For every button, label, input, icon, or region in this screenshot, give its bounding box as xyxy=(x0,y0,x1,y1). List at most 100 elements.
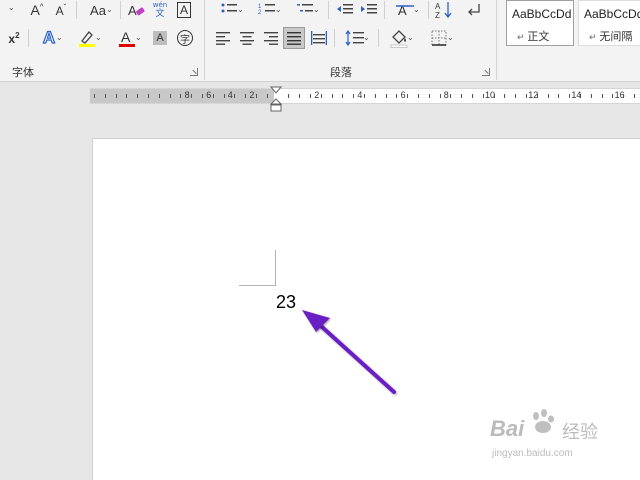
font-dialog-launcher-icon[interactable] xyxy=(190,68,198,76)
increase-indent-icon xyxy=(361,4,377,14)
divider xyxy=(120,1,121,19)
divider xyxy=(28,29,29,47)
multilevel-list-button[interactable]: ⌄ xyxy=(288,0,322,20)
ruler-tick xyxy=(407,94,409,98)
borders-button[interactable]: ⌄ xyxy=(422,28,456,48)
shrink-font-button[interactable]: Aˇ xyxy=(50,0,72,20)
ruler-tick xyxy=(137,94,139,98)
character-shading-icon: A xyxy=(153,31,167,45)
paragraph-dialog-launcher-icon[interactable] xyxy=(482,68,490,76)
decrease-indent-button[interactable] xyxy=(334,0,356,20)
ruler-tick xyxy=(504,94,506,98)
chinese-layout-icon: A xyxy=(396,3,414,18)
align-right-button[interactable] xyxy=(260,28,282,48)
character-shading-button[interactable]: A xyxy=(150,28,170,48)
chevron-down-icon: ⌄ xyxy=(237,5,244,14)
align-right-icon xyxy=(264,32,278,45)
divider xyxy=(378,29,379,47)
ruler-tick xyxy=(493,94,495,98)
ruler-tick xyxy=(180,94,182,98)
shading-button[interactable]: ⌄ xyxy=(382,28,416,48)
increase-indent-button[interactable] xyxy=(358,0,380,20)
ruler-tick xyxy=(482,94,484,98)
ruler-tick xyxy=(536,94,538,98)
sort-button[interactable]: A Z xyxy=(432,0,456,20)
ruler-tick xyxy=(256,94,257,98)
enclose-characters-button[interactable]: 字 xyxy=(174,28,196,48)
phonetic-bottom-label: 文 xyxy=(155,9,165,19)
bullets-icon xyxy=(221,3,237,13)
justify-button[interactable] xyxy=(283,27,305,49)
ruler-tick xyxy=(234,94,236,98)
ruler-tick xyxy=(526,94,527,98)
chevron-down-icon: ⌄ xyxy=(407,33,414,42)
numbering-icon: 1 2 xyxy=(258,4,275,16)
grow-font-button[interactable]: A^ xyxy=(26,0,48,20)
change-case-label: Aa xyxy=(90,2,106,18)
divider xyxy=(328,1,329,19)
horizontal-ruler[interactable]: 8 6 4 2 2 4 6 8 10 12 14 16 xyxy=(90,88,640,104)
align-left-button[interactable] xyxy=(212,28,234,48)
ruler-tick xyxy=(450,94,452,98)
line-spacing-button[interactable]: ⌄ xyxy=(338,28,372,48)
clear-formatting-button[interactable]: A xyxy=(124,0,148,20)
ruler-tick xyxy=(558,94,560,98)
bullets-button[interactable]: ⌄ xyxy=(212,0,246,20)
character-border-button[interactable]: A xyxy=(174,0,194,20)
ruler-tick xyxy=(418,94,419,98)
chevron-down-icon: ⌄ xyxy=(275,5,282,14)
numbering-button[interactable]: 1 2 ⌄ xyxy=(250,0,284,20)
svg-text:A: A xyxy=(121,29,131,45)
chinese-layout-button[interactable]: A ⌄ xyxy=(388,0,422,20)
distributed-button[interactable] xyxy=(308,28,330,48)
ruler-tick xyxy=(590,94,592,98)
ruler-tick xyxy=(342,94,344,98)
change-case-button[interactable]: Aa ⌄ xyxy=(80,0,116,20)
text-boundary-corner xyxy=(239,250,276,286)
ruler-number: 8 xyxy=(443,90,449,100)
style-card-no-spacing[interactable]: AaBbCcDd ↵ 无间隔 xyxy=(578,0,640,46)
divider xyxy=(334,29,335,47)
font-size-dropdown[interactable]: ⌄ xyxy=(0,0,20,20)
ruler-tick xyxy=(623,94,625,98)
chevron-down-icon: ⌄ xyxy=(8,3,15,12)
style-card-normal[interactable]: AaBbCcDd ↵ 正文 xyxy=(506,0,574,46)
baidu-watermark: Bai 经验 jingyan.baidu.com xyxy=(488,402,608,472)
style-name: ↵ 无间隔 xyxy=(589,30,633,43)
ruler-tick xyxy=(320,94,322,98)
justify-icon xyxy=(287,32,301,45)
show-formatting-marks-button[interactable] xyxy=(462,0,486,20)
shrink-font-icon: Aˇ xyxy=(55,2,67,18)
annotation-arrow-icon xyxy=(302,310,396,394)
watermark-url: jingyan.baidu.com xyxy=(492,448,573,459)
ruler-tick xyxy=(331,94,333,98)
ruler-tick xyxy=(439,94,441,98)
ruler-tick xyxy=(202,94,203,98)
ruler-tick xyxy=(547,94,549,98)
font-color-icon: A xyxy=(119,29,135,47)
font-group-label: 字体 xyxy=(12,66,34,79)
ruler-number: 6 xyxy=(400,90,406,100)
ruler-tick xyxy=(212,94,214,98)
multilevel-list-icon xyxy=(297,4,313,12)
align-center-button[interactable] xyxy=(236,28,258,48)
superscript-button[interactable]: x2 xyxy=(4,28,24,48)
group-divider xyxy=(496,0,497,80)
ruler-number: 6 xyxy=(206,90,212,100)
ruler-tick xyxy=(396,94,398,98)
document-text[interactable]: 23 xyxy=(276,292,296,313)
chevron-down-icon: ⌄ xyxy=(56,33,63,42)
ruler-tick xyxy=(580,94,581,98)
ruler-tick xyxy=(94,94,95,98)
indent-marker-icon[interactable] xyxy=(270,86,282,112)
ruler-tick xyxy=(126,94,128,98)
text-effects-button[interactable]: A ⌄ xyxy=(32,27,66,48)
enclose-char-label: 字 xyxy=(177,30,193,46)
font-color-button[interactable]: A ⌄ xyxy=(110,28,144,48)
ruler-tick xyxy=(245,94,247,98)
divider xyxy=(384,1,385,19)
distributed-icon xyxy=(311,31,327,45)
phonetic-guide-button[interactable]: wén 文 xyxy=(150,0,170,20)
highlight-color-button[interactable]: ⌄ xyxy=(70,28,104,48)
align-center-icon xyxy=(240,32,254,45)
